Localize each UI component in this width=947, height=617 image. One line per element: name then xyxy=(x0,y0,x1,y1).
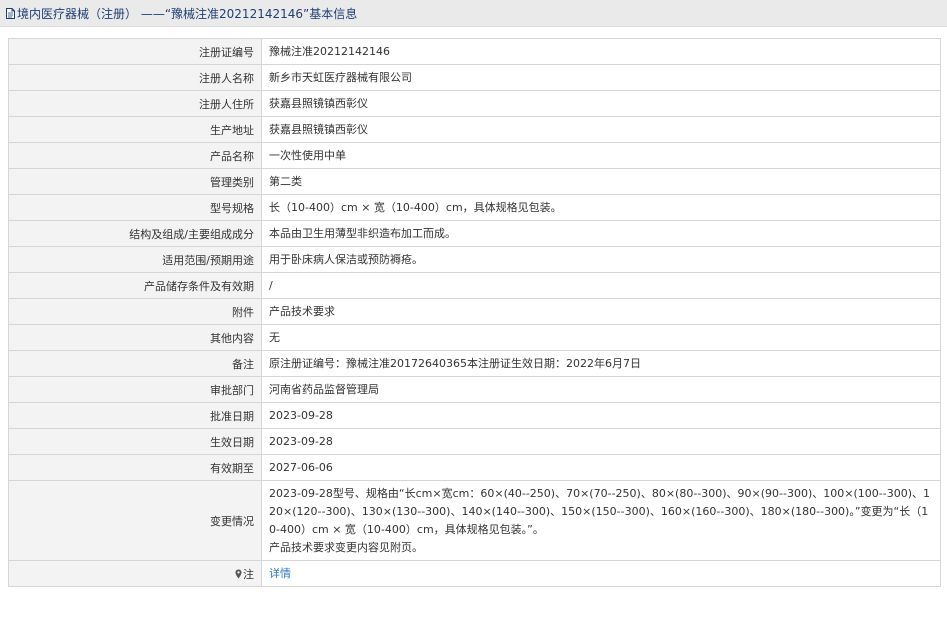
field-label: 注册人名称 xyxy=(8,64,262,91)
field-label: 产品名称 xyxy=(8,142,262,169)
field-value: 2027-06-06 xyxy=(261,454,941,481)
field-label: 适用范围/预期用途 xyxy=(8,246,262,273)
field-label: 注册证编号 xyxy=(8,38,262,65)
field-value: 本品由卫生用薄型非织造布加工而成。 xyxy=(261,220,941,247)
field-value: 一次性使用中单 xyxy=(261,142,941,169)
field-label: 产品储存条件及有效期 xyxy=(8,272,262,299)
table-row: 备注 原注册证编号：豫械注准20172640365本注册证生效日期：2022年6… xyxy=(8,350,941,377)
field-value: 第二类 xyxy=(261,168,941,195)
field-value: 用于卧床病人保洁或预防褥疮。 xyxy=(261,246,941,273)
change-history-line: 产品技术要求变更内容见附页。 xyxy=(269,540,423,554)
registration-info-table: 注册证编号 豫械注准20212142146 注册人名称 新乡市天虹医疗器械有限公… xyxy=(8,38,941,587)
table-row: 注册人住所 获嘉县照镜镇西彰仪 xyxy=(8,90,941,117)
field-label: 审批部门 xyxy=(8,376,262,403)
table-row: 产品名称 一次性使用中单 xyxy=(8,142,941,169)
field-label: 变更情况 xyxy=(8,480,262,561)
field-value: 原注册证编号：豫械注准20172640365本注册证生效日期：2022年6月7日 xyxy=(261,350,941,377)
table-row-note: 注 详情 xyxy=(8,560,941,587)
table-row: 注册人名称 新乡市天虹医疗器械有限公司 xyxy=(8,64,941,91)
field-label: 附件 xyxy=(8,298,262,325)
field-value: 豫械注准20212142146 xyxy=(261,38,941,65)
field-label: 批准日期 xyxy=(8,402,262,429)
map-pin-icon xyxy=(235,569,242,578)
change-history-line: 2023-09-28型号、规格由“长cm×宽cm：60×(40--250)、70… xyxy=(269,486,931,536)
table-row: 审批部门 河南省药品监督管理局 xyxy=(8,376,941,403)
field-value: 2023-09-28 xyxy=(261,402,941,429)
field-label: 生效日期 xyxy=(8,428,262,455)
table-row: 批准日期 2023-09-28 xyxy=(8,402,941,429)
table-row: 型号规格 长（10-400）cm × 宽（10-400）cm，具体规格见包装。 xyxy=(8,194,941,221)
table-row: 注册证编号 豫械注准20212142146 xyxy=(8,38,941,65)
table-row: 结构及组成/主要组成成分 本品由卫生用薄型非织造布加工而成。 xyxy=(8,220,941,247)
table-row: 有效期至 2027-06-06 xyxy=(8,454,941,481)
page-header: 境内医疗器械（注册） ——“豫械注准20212142146”基本信息 xyxy=(0,0,947,27)
field-label: 生产地址 xyxy=(8,116,262,143)
field-value: 2023-09-28 xyxy=(261,428,941,455)
field-label: 结构及组成/主要组成成分 xyxy=(8,220,262,247)
field-value: 河南省药品监督管理局 xyxy=(261,376,941,403)
table-row: 适用范围/预期用途 用于卧床病人保洁或预防褥疮。 xyxy=(8,246,941,273)
field-label: 型号规格 xyxy=(8,194,262,221)
table-row: 附件 产品技术要求 xyxy=(8,298,941,325)
field-label: 注册人住所 xyxy=(8,90,262,117)
page-title: 境内医疗器械（注册） ——“豫械注准20212142146”基本信息 xyxy=(17,6,358,21)
field-value: / xyxy=(261,272,941,299)
field-value: 新乡市天虹医疗器械有限公司 xyxy=(261,64,941,91)
field-value: 产品技术要求 xyxy=(261,298,941,325)
field-label: 其他内容 xyxy=(8,324,262,351)
field-value: 获嘉县照镜镇西彰仪 xyxy=(261,90,941,117)
change-history-value: 2023-09-28型号、规格由“长cm×宽cm：60×(40--250)、70… xyxy=(261,480,941,561)
field-value: 获嘉县照镜镇西彰仪 xyxy=(261,116,941,143)
details-link[interactable]: 详情 xyxy=(269,567,291,580)
note-label: 注 xyxy=(243,567,254,581)
table-row: 管理类别 第二类 xyxy=(8,168,941,195)
table-row: 生产地址 获嘉县照镜镇西彰仪 xyxy=(8,116,941,143)
field-label: 有效期至 xyxy=(8,454,262,481)
document-icon xyxy=(6,7,15,19)
table-row: 生效日期 2023-09-28 xyxy=(8,428,941,455)
table-row: 产品储存条件及有效期 / xyxy=(8,272,941,299)
field-value: 无 xyxy=(261,324,941,351)
note-value: 详情 xyxy=(261,560,941,587)
field-value: 长（10-400）cm × 宽（10-400）cm，具体规格见包装。 xyxy=(261,194,941,221)
field-label: 备注 xyxy=(8,350,262,377)
field-label: 管理类别 xyxy=(8,168,262,195)
note-label-cell: 注 xyxy=(8,560,262,587)
table-row: 其他内容 无 xyxy=(8,324,941,351)
table-row-change-history: 变更情况 2023-09-28型号、规格由“长cm×宽cm：60×(40--25… xyxy=(8,480,941,561)
